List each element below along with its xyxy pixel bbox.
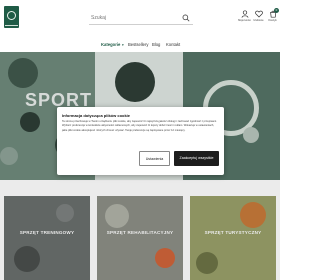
cookie-title: Informacja dotycząca plików cookie bbox=[62, 113, 131, 118]
nav-item-contact[interactable]: Kontakt bbox=[166, 42, 180, 47]
account-label: Moje konto bbox=[238, 19, 251, 22]
nav-item-bestsellers[interactable]: Bestsellery bbox=[128, 42, 148, 47]
accept-all-cookies-button[interactable]: Zaakceptuj wszystkie bbox=[174, 151, 219, 166]
nav-item-categories[interactable]: Kategorie▼ bbox=[101, 42, 124, 47]
cookie-settings-button[interactable]: Ustawienia bbox=[139, 151, 170, 166]
user-icon bbox=[241, 10, 248, 18]
site-header: Moje konto Ulubione 0 Koszyk bbox=[0, 0, 280, 36]
cookie-consent-dialog: Informacja dotycząca plików cookie Ta st… bbox=[57, 107, 224, 175]
cart-label: Koszyk bbox=[268, 19, 277, 22]
cart-count-badge: 0 bbox=[274, 8, 279, 13]
store-logo[interactable] bbox=[4, 6, 19, 28]
heart-icon bbox=[254, 10, 263, 18]
search-bar bbox=[89, 12, 193, 25]
account-button[interactable]: Moje konto bbox=[238, 10, 251, 22]
favorites-label: Ulubione bbox=[253, 19, 264, 22]
search-input[interactable] bbox=[91, 13, 177, 23]
nav-label: Kategorie bbox=[101, 42, 121, 47]
favorites-button[interactable]: Ulubione bbox=[252, 10, 265, 22]
cart-button[interactable]: 0 Koszyk bbox=[266, 8, 279, 22]
main-nav: Kategorie▼ Bestsellery Blog Kontakt bbox=[0, 38, 280, 52]
cookie-text: Ta strona przechowuje w Twoim urządzeniu… bbox=[62, 120, 217, 132]
search-icon[interactable] bbox=[182, 14, 190, 22]
chevron-down-icon: ▼ bbox=[121, 43, 125, 47]
nav-item-blog[interactable]: Blog bbox=[152, 42, 160, 47]
